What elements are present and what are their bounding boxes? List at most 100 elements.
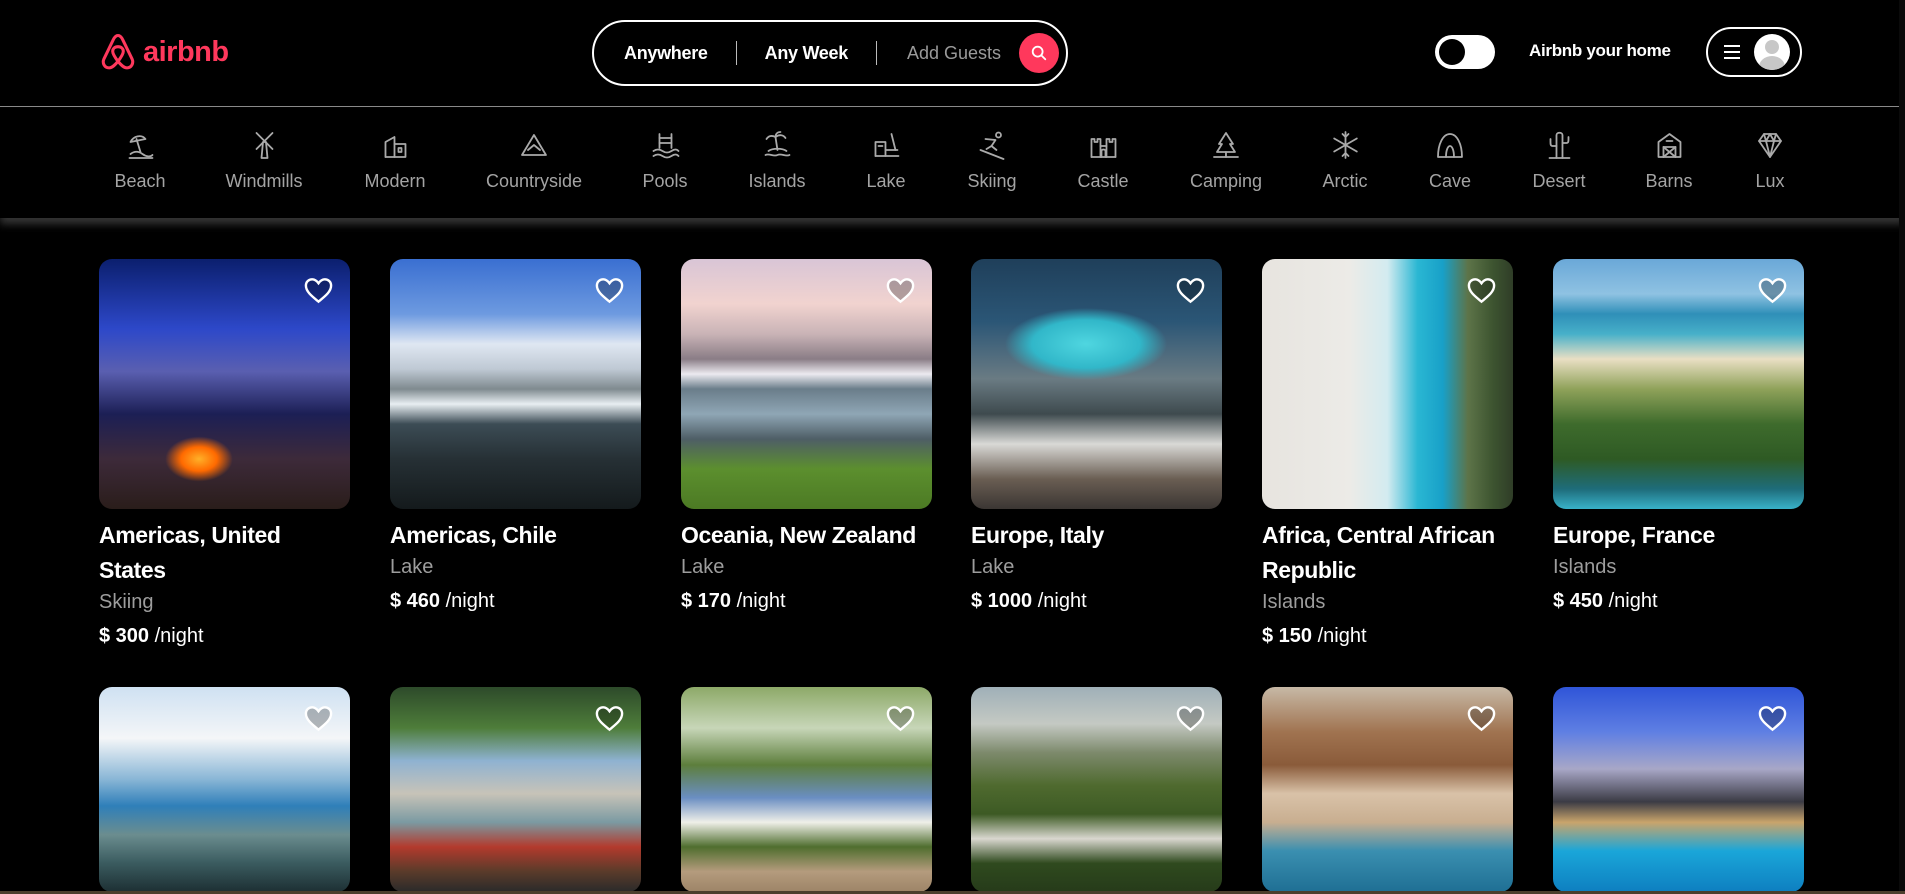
pool-icon: [652, 133, 679, 159]
category-modern[interactable]: Modern: [364, 130, 426, 192]
category-cave[interactable]: Cave: [1429, 130, 1471, 192]
listing-card[interactable]: Africa, Central African Republic Islands…: [1262, 259, 1513, 649]
heart-icon[interactable]: [594, 704, 625, 732]
category-windmills[interactable]: Windmills: [225, 130, 303, 192]
category-desert[interactable]: Desert: [1532, 130, 1586, 192]
heart-icon[interactable]: [885, 704, 916, 732]
listing-card[interactable]: [99, 687, 350, 892]
brand-name: airbnb: [143, 35, 229, 68]
listing-photo[interactable]: [390, 687, 641, 892]
heart-icon[interactable]: [594, 276, 625, 304]
listing-photo[interactable]: [971, 687, 1222, 892]
theme-toggle[interactable]: [1435, 35, 1495, 69]
listing-photo[interactable]: [971, 259, 1222, 509]
listing-photo[interactable]: [390, 259, 641, 509]
island-icon: [764, 131, 790, 157]
category-camping[interactable]: Camping: [1190, 130, 1262, 192]
listing-card[interactable]: Americas, United States Skiing $ 300 /ni…: [99, 259, 350, 649]
barn-icon: [1657, 133, 1681, 158]
lake-icon: [874, 133, 899, 157]
category-label: Lake: [866, 171, 906, 191]
listing-price: $ 300 /night: [99, 623, 350, 649]
category-barns[interactable]: Barns: [1645, 130, 1693, 192]
heart-icon[interactable]: [1175, 704, 1206, 732]
listing-photo[interactable]: [681, 259, 932, 509]
listing-title: Africa, Central African Republic: [1262, 522, 1495, 583]
category-bar: Beach Windmills Modern Countryside Pools…: [0, 108, 1905, 218]
listing-photo[interactable]: [1262, 259, 1513, 509]
listing-category: Lake: [681, 556, 725, 578]
listing-card[interactable]: Europe, France Islands $ 450 /night: [1553, 259, 1804, 614]
heart-icon[interactable]: [303, 704, 334, 732]
category-skiing[interactable]: Skiing: [967, 130, 1017, 192]
listing-photo[interactable]: [681, 687, 932, 892]
guests-filter[interactable]: Add Guests: [877, 43, 1017, 64]
category-label: Camping: [1189, 171, 1263, 191]
listing-price: $ 150 /night: [1262, 623, 1513, 649]
dates-filter[interactable]: Any Week: [737, 43, 876, 64]
heart-icon[interactable]: [1757, 704, 1788, 732]
listing-photo[interactable]: [1262, 687, 1513, 892]
heart-icon[interactable]: [1466, 704, 1497, 732]
toggle-knob: [1439, 39, 1465, 65]
location-filter[interactable]: Anywhere: [594, 43, 736, 64]
airbnb-logo-icon: [101, 34, 135, 70]
listing-photo[interactable]: [1553, 687, 1804, 892]
user-menu-button[interactable]: [1706, 27, 1802, 77]
category-label: Lux: [1755, 171, 1785, 191]
category-label: Countryside: [485, 171, 583, 191]
price-amount: $ 460: [390, 590, 441, 612]
camping-icon: [1213, 132, 1239, 158]
heart-icon[interactable]: [1466, 276, 1497, 304]
skiing-icon: [979, 131, 1004, 160]
category-pools[interactable]: Pools: [642, 130, 688, 192]
listing-category: Islands: [1262, 591, 1326, 613]
category-lake[interactable]: Lake: [866, 130, 906, 192]
category-label: Castle: [1077, 171, 1129, 191]
listing-card[interactable]: Oceania, New Zealand Lake $ 170 /night: [681, 259, 932, 614]
price-unit: /night: [154, 625, 204, 647]
page-scrollbar[interactable]: [1899, 0, 1905, 894]
listing-title: Europe, France: [1553, 522, 1715, 548]
heart-icon[interactable]: [1175, 276, 1206, 304]
price-unit: /night: [445, 590, 495, 612]
host-link[interactable]: Airbnb your home: [1529, 41, 1671, 61]
heart-icon[interactable]: [1757, 276, 1788, 304]
listing-card[interactable]: Europe, Italy Lake $ 1000 /night: [971, 259, 1222, 614]
heart-icon[interactable]: [303, 276, 334, 304]
category-beach[interactable]: Beach: [114, 130, 166, 192]
listing-card[interactable]: [390, 687, 641, 892]
listing-card[interactable]: [1553, 687, 1804, 892]
listing-photo[interactable]: [99, 687, 350, 892]
listing-card[interactable]: Americas, Chile Lake $ 460 /night: [390, 259, 641, 614]
heart-icon[interactable]: [885, 276, 916, 304]
category-label: Beach: [114, 171, 166, 191]
listing-category: Skiing: [99, 591, 154, 613]
category-arctic[interactable]: Arctic: [1323, 130, 1368, 192]
category-label: Skiing: [967, 171, 1017, 191]
category-label: Arctic: [1322, 171, 1368, 191]
price-amount: $ 300: [99, 625, 150, 647]
category-islands[interactable]: Islands: [748, 130, 806, 192]
price-unit: /night: [1608, 590, 1658, 612]
hamburger-icon: [1724, 45, 1740, 59]
listing-card[interactable]: [971, 687, 1222, 892]
listing-title: Americas, United States: [99, 522, 281, 583]
category-countryside[interactable]: Countryside: [486, 130, 582, 192]
listing-card[interactable]: [1262, 687, 1513, 892]
windmill-icon: [255, 132, 273, 159]
search-button[interactable]: [1019, 33, 1060, 73]
listing-price: $ 450 /night: [1553, 588, 1804, 614]
price-amount: $ 150: [1262, 625, 1313, 647]
price-unit: /night: [1317, 625, 1367, 647]
category-castle[interactable]: Castle: [1077, 130, 1129, 192]
airbnb-logo[interactable]: airbnb: [99, 32, 229, 72]
search-bar[interactable]: Anywhere Any Week Add Guests: [592, 20, 1068, 86]
listing-photo[interactable]: [1553, 259, 1804, 509]
category-lux[interactable]: Lux: [1755, 130, 1785, 192]
listing-card[interactable]: [681, 687, 932, 892]
price-unit: /night: [736, 590, 786, 612]
listing-photo[interactable]: [99, 259, 350, 509]
cave-icon: [1437, 133, 1463, 158]
price-amount: $ 1000: [971, 590, 1033, 612]
